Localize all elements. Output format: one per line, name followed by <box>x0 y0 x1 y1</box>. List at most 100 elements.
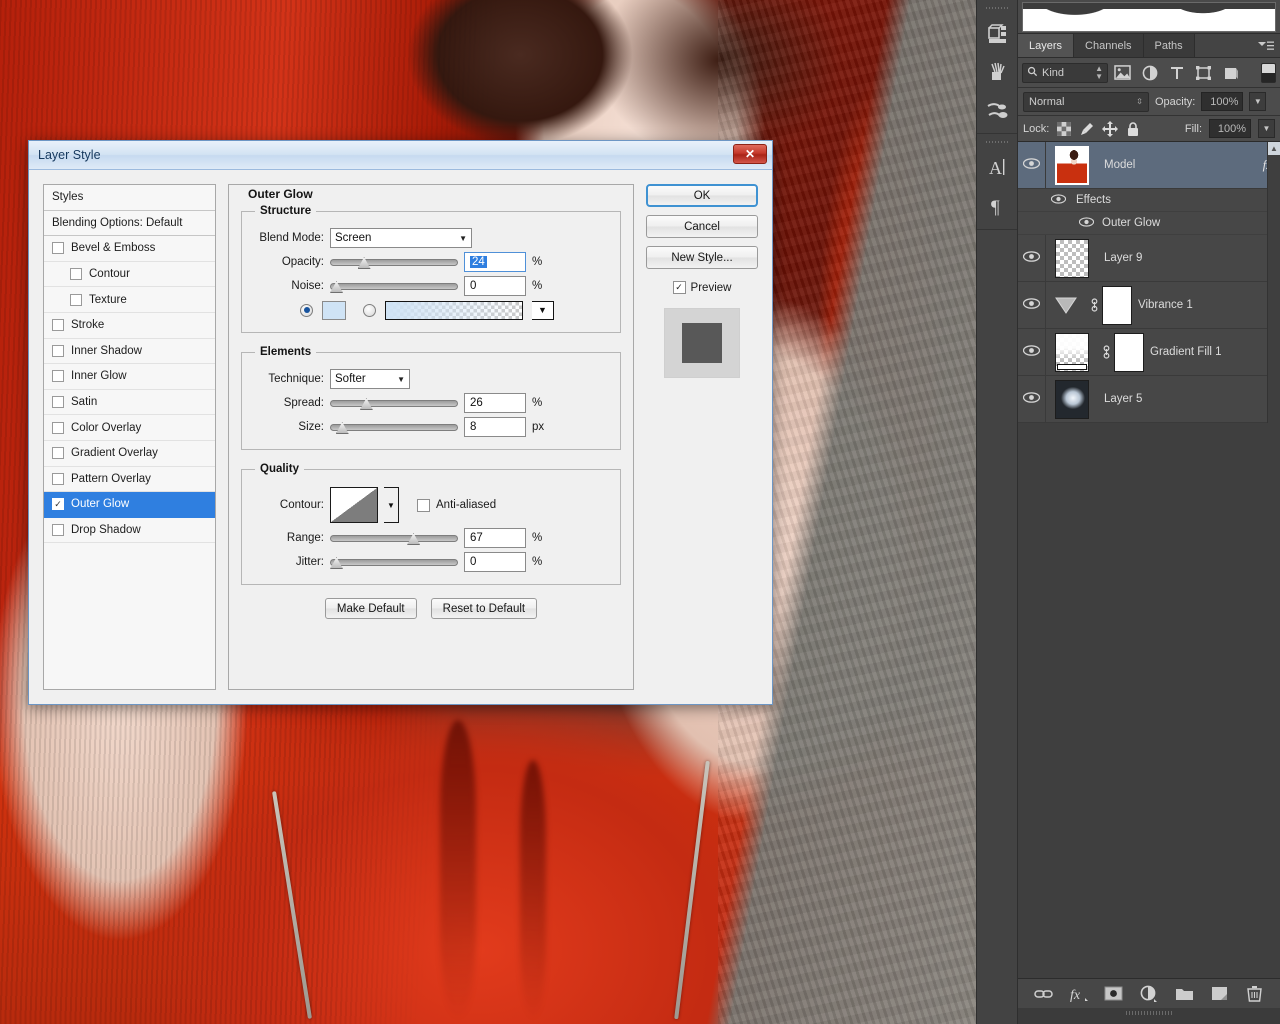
checkbox[interactable] <box>52 370 64 383</box>
style-item-inner-shadow[interactable]: Inner Shadow <box>44 339 215 365</box>
delete-layer-icon[interactable] <box>1242 983 1266 1005</box>
new-group-icon[interactable] <box>1172 983 1196 1005</box>
adjustment-layer-filter-icon[interactable] <box>1137 62 1162 84</box>
layer-row-gradient-fill-1[interactable]: Gradient Fill 1 <box>1018 329 1280 376</box>
layer-visibility-toggle[interactable] <box>1018 329 1046 375</box>
paragraph-panel-icon[interactable]: ¶ <box>977 187 1019 225</box>
mask-link-icon[interactable] <box>1098 344 1114 360</box>
spread-input[interactable]: 26 <box>464 393 526 413</box>
style-item-pattern-overlay[interactable]: Pattern Overlay <box>44 467 215 493</box>
pixel-layer-filter-icon[interactable] <box>1110 62 1135 84</box>
link-layers-icon[interactable] <box>1032 983 1056 1005</box>
filter-kind-select[interactable]: Kind ▲ ▼ <box>1022 62 1108 83</box>
noise-slider[interactable] <box>330 279 458 293</box>
style-item-outer-glow[interactable]: ✓ Outer Glow <box>44 492 215 518</box>
checkbox-checked[interactable]: ✓ <box>52 498 64 511</box>
filter-toggle-icon[interactable] <box>1261 62 1276 83</box>
character-panel-icon[interactable]: A <box>977 149 1019 187</box>
lock-position-icon[interactable] <box>1102 120 1119 137</box>
layer-row-layer-5[interactable]: Layer 5 <box>1018 376 1280 423</box>
white-layer-mask[interactable] <box>1114 332 1144 372</box>
blending-options-item[interactable]: Blending Options: Default <box>44 211 215 237</box>
scroll-up-arrow-icon[interactable]: ▲ <box>1268 142 1280 155</box>
style-item-stroke[interactable]: Stroke <box>44 313 215 339</box>
make-default-button[interactable]: Make Default <box>324 598 417 619</box>
add-layer-mask-icon[interactable] <box>1102 983 1126 1005</box>
opacity-slider[interactable] <box>330 255 458 269</box>
layer-list[interactable]: Model fx Effects <box>1018 142 1280 423</box>
style-item-color-overlay[interactable]: Color Overlay <box>44 415 215 441</box>
size-input[interactable]: 8 <box>464 417 526 437</box>
cancel-button[interactable]: Cancel <box>646 215 758 238</box>
type-layer-filter-icon[interactable] <box>1164 62 1189 84</box>
tab-channels[interactable]: Channels <box>1074 34 1144 57</box>
layer-visibility-toggle[interactable] <box>1018 282 1046 328</box>
jitter-input[interactable]: 0 <box>464 552 526 572</box>
close-icon[interactable]: ✕ <box>733 144 767 164</box>
preview-checkbox[interactable]: ✓ <box>672 281 686 294</box>
layers-scrollbar[interactable]: ▲ <box>1267 142 1280 423</box>
jitter-slider[interactable] <box>330 555 458 569</box>
white-layer-mask[interactable] <box>1102 285 1132 325</box>
layer-thumbnail-wrap[interactable] <box>1046 379 1098 419</box>
glow-gradient-radio[interactable] <box>363 303 376 317</box>
checkbox[interactable] <box>52 524 64 537</box>
style-item-texture[interactable]: Texture <box>44 287 215 313</box>
layer-visibility-toggle[interactable] <box>1018 142 1046 188</box>
lock-all-icon[interactable] <box>1125 121 1141 137</box>
checkbox[interactable] <box>52 319 64 332</box>
layer-style-dialog[interactable]: Layer Style ✕ Styles Blending Options: D… <box>28 140 773 705</box>
checkbox[interactable] <box>52 242 64 255</box>
vibrance-adjustment-thumbnail[interactable] <box>1046 294 1086 316</box>
smart-object-filter-icon[interactable] <box>1218 62 1243 84</box>
fill-input[interactable]: 100% <box>1209 119 1251 138</box>
checkbox[interactable] <box>52 344 64 357</box>
tab-layers[interactable]: Layers <box>1018 34 1075 57</box>
new-adjustment-layer-icon[interactable] <box>1137 983 1161 1005</box>
anti-aliased-checkbox[interactable] <box>417 498 430 512</box>
contour-preset-swatch[interactable] <box>330 487 378 523</box>
noise-input[interactable]: 0 <box>464 276 526 296</box>
layer-visibility-toggle[interactable] <box>1018 235 1046 281</box>
blend-mode-combo[interactable]: Screen ▼ <box>330 228 472 248</box>
lock-transparent-pixels-icon[interactable] <box>1056 121 1072 137</box>
layer-row-vibrance-1[interactable]: Vibrance 1 <box>1018 282 1280 329</box>
dialog-title-bar[interactable]: Layer Style ✕ <box>29 141 772 170</box>
brushes-icon[interactable] <box>977 53 1019 91</box>
spread-slider[interactable] <box>330 396 458 410</box>
checkbox[interactable] <box>70 293 82 306</box>
style-item-drop-shadow[interactable]: Drop Shadow <box>44 518 215 544</box>
lock-image-pixels-icon[interactable] <box>1079 121 1095 137</box>
layer-effects-row[interactable]: Effects <box>1018 189 1280 212</box>
layer-row-layer-9[interactable]: Layer 9 <box>1018 235 1280 282</box>
effects-visibility-toggle[interactable] <box>1046 191 1070 209</box>
histogram-panel[interactable] <box>1018 0 1280 34</box>
checkbox[interactable] <box>52 396 64 409</box>
layer-visibility-toggle[interactable] <box>1018 376 1046 422</box>
styles-list-header[interactable]: Styles <box>44 185 215 211</box>
glow-color-radio[interactable] <box>300 303 313 317</box>
panel-menu-icon[interactable] <box>1256 38 1276 54</box>
style-item-inner-glow[interactable]: Inner Glow <box>44 364 215 390</box>
tab-paths[interactable]: Paths <box>1143 34 1195 57</box>
brush-presets-icon[interactable] <box>977 91 1019 129</box>
add-layer-style-icon[interactable]: fx <box>1067 983 1091 1005</box>
range-slider[interactable] <box>330 531 458 545</box>
blend-mode-select[interactable]: Normal ⇳ <box>1023 91 1149 112</box>
layer-thumbnail-wrap[interactable] <box>1046 332 1098 372</box>
fill-dropdown-icon[interactable]: ▼ <box>1258 119 1275 138</box>
layer-thumbnail-wrap[interactable] <box>1046 238 1098 278</box>
shape-layer-filter-icon[interactable] <box>1191 62 1216 84</box>
outer-glow-visibility-toggle[interactable] <box>1046 214 1095 232</box>
mask-link-icon[interactable] <box>1086 297 1102 313</box>
dock-grip-2[interactable] <box>985 137 1009 147</box>
reset-to-default-button[interactable]: Reset to Default <box>430 598 538 619</box>
glow-gradient-swatch[interactable] <box>385 300 523 320</box>
checkbox[interactable] <box>52 472 64 485</box>
checkbox[interactable] <box>52 447 64 460</box>
dock-grip[interactable] <box>985 3 1009 13</box>
layer-thumbnail-wrap[interactable] <box>1046 145 1098 185</box>
range-input[interactable]: 67 <box>464 528 526 548</box>
checkbox[interactable] <box>52 421 64 434</box>
style-item-contour[interactable]: Contour <box>44 262 215 288</box>
